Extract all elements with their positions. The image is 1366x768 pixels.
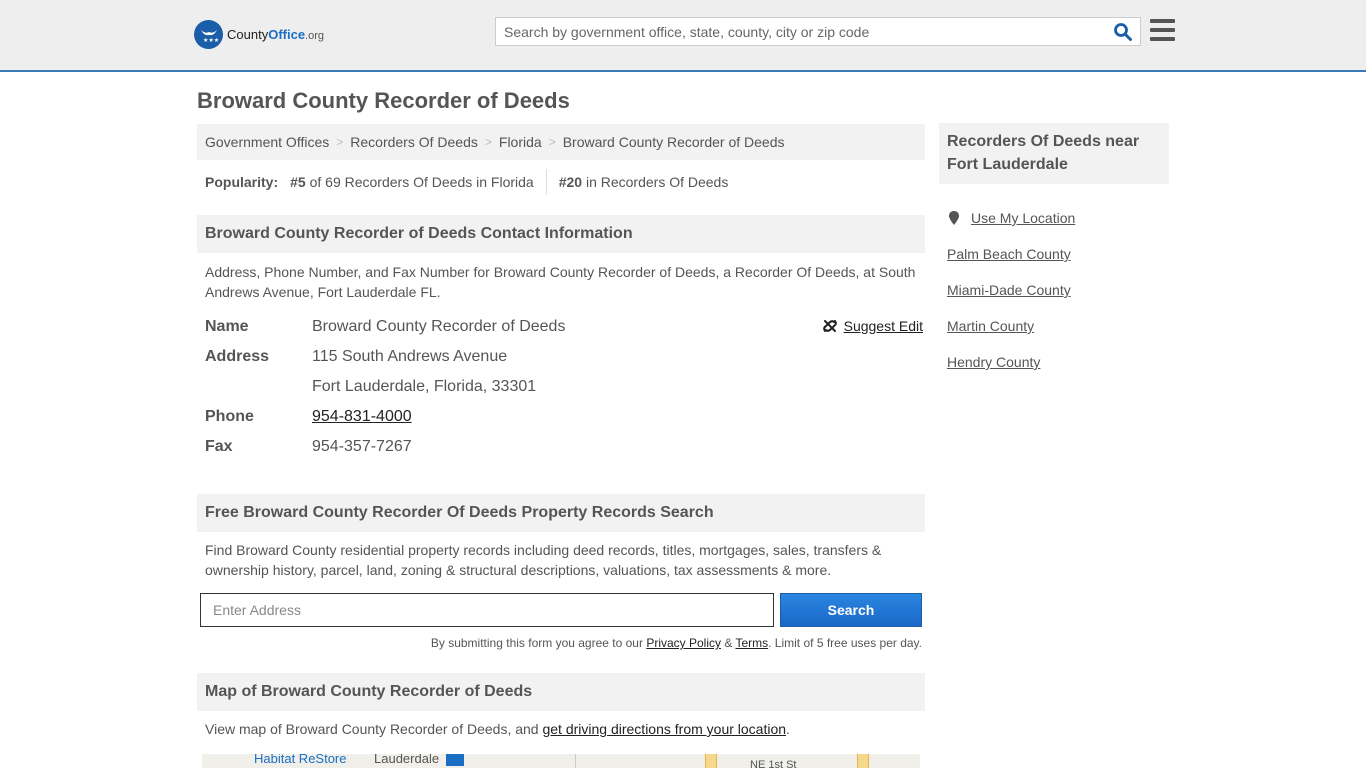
site-logo[interactable]: ★★★ CountyOffice.org xyxy=(194,20,324,49)
breadcrumb-current[interactable]: Broward County Recorder of Deeds xyxy=(563,134,785,150)
map-poi-icon xyxy=(446,754,464,766)
name-value: Broward County Recorder of Deeds xyxy=(312,318,566,335)
disclaimer: By submitting this form you agree to our… xyxy=(431,636,922,650)
nearby-link-palm-beach[interactable]: Palm Beach County xyxy=(947,246,1071,262)
popularity-label: Popularity: xyxy=(205,174,279,190)
contact-description: Address, Phone Number, and Fax Number fo… xyxy=(205,264,916,300)
phone-label: Phone xyxy=(205,408,254,425)
breadcrumb-separator: > xyxy=(336,135,344,149)
info-row-address: Address 115 South Andrews Avenue xyxy=(205,342,923,372)
logo-county: County xyxy=(227,27,269,42)
nearby-link-miami-dade[interactable]: Miami-Dade County xyxy=(947,282,1071,298)
info-row-address2: Fort Lauderdale, Florida, 33301 xyxy=(205,372,923,402)
map-description-text: View map of Broward County Recorder of D… xyxy=(205,721,543,737)
driving-directions-link[interactable]: get driving directions from your locatio… xyxy=(542,721,786,737)
breadcrumb: Government Offices > Recorders Of Deeds … xyxy=(197,124,925,160)
fax-value: 954-357-7267 xyxy=(312,438,412,455)
unlink-icon xyxy=(822,320,837,332)
contact-heading: Broward County Recorder of Deeds Contact… xyxy=(197,215,925,253)
terms-link[interactable]: Terms xyxy=(735,636,768,650)
menu-bar xyxy=(1150,37,1175,41)
popularity-divider xyxy=(545,169,547,195)
search-icon xyxy=(1114,22,1132,41)
map[interactable]: Habitat ReStore Lauderdale NE 1st St xyxy=(202,754,920,768)
address-line2: Fort Lauderdale, Florida, 33301 xyxy=(312,378,537,395)
menu-bar xyxy=(1150,28,1175,32)
popularity: Popularity: #5 of 69 Recorders Of Deeds … xyxy=(205,169,729,195)
property-search-button[interactable]: Search xyxy=(780,593,922,627)
map-road xyxy=(705,754,717,768)
privacy-policy-link[interactable]: Privacy Policy xyxy=(646,636,721,650)
suggest-edit[interactable]: Suggest Edit xyxy=(822,318,923,334)
property-search-heading: Free Broward County Recorder Of Deeds Pr… xyxy=(197,494,925,532)
hamburger-menu-icon[interactable] xyxy=(1150,19,1175,41)
location-pin-icon xyxy=(949,211,959,225)
logo-office: Office xyxy=(268,27,306,42)
map-label-lauderdale: Lauderdale xyxy=(374,754,440,766)
phone-link[interactable]: 954-831-4000 xyxy=(312,408,412,425)
breadcrumb-separator: > xyxy=(484,135,492,149)
breadcrumb-government-offices[interactable]: Government Offices xyxy=(205,134,329,150)
search-button[interactable] xyxy=(1106,18,1140,45)
use-my-location[interactable]: Use My Location xyxy=(947,200,1075,236)
nearby-link-martin[interactable]: Martin County xyxy=(947,318,1034,334)
breadcrumb-florida[interactable]: Florida xyxy=(499,134,542,150)
info-row-fax: Fax 954-357-7267 xyxy=(205,432,923,462)
nearby-link-hendry[interactable]: Hendry County xyxy=(947,354,1040,370)
property-search-description: Find Broward County residential property… xyxy=(205,542,882,578)
map-road xyxy=(575,754,576,768)
map-road xyxy=(857,754,869,768)
disclaimer-amp: & xyxy=(721,636,736,650)
address-input[interactable] xyxy=(200,593,774,627)
sidebar-heading: Recorders Of Deeds near Fort Lauderdale xyxy=(939,123,1169,184)
address-label: Address xyxy=(205,348,270,365)
page-title: Broward County Recorder of Deeds xyxy=(197,88,570,113)
svg-text:★★★: ★★★ xyxy=(203,37,219,44)
eagle-logo-icon: ★★★ xyxy=(194,20,223,49)
disclaimer-prefix: By submitting this form you agree to our xyxy=(430,636,647,650)
state-rank: #5 xyxy=(290,174,306,190)
site-search xyxy=(495,17,1141,46)
breadcrumb-recorders-of-deeds[interactable]: Recorders Of Deeds xyxy=(350,134,478,150)
fax-label: Fax xyxy=(205,438,233,455)
address-line1: 115 South Andrews Avenue xyxy=(312,348,508,365)
logo-text: CountyOffice.org xyxy=(227,27,324,42)
site-search-input[interactable] xyxy=(496,18,1106,45)
map-heading: Map of Broward County Recorder of Deeds xyxy=(197,673,925,711)
nearby-list: Use My Location Palm Beach County Miami-… xyxy=(947,200,1075,380)
map-label-habitat: Habitat ReStore xyxy=(254,754,347,766)
name-label: Name xyxy=(205,318,249,335)
use-my-location-link[interactable]: Use My Location xyxy=(971,210,1075,226)
disclaimer-suffix: . Limit of 5 free uses per day. xyxy=(768,636,922,650)
suggest-edit-link[interactable]: Suggest Edit xyxy=(844,318,923,334)
top-header: ★★★ CountyOffice.org xyxy=(0,0,1366,72)
national-rank-text: in Recorders Of Deeds xyxy=(585,174,729,190)
info-row-phone: Phone 954-831-4000 xyxy=(205,402,923,432)
logo-org: .org xyxy=(305,30,325,42)
map-label-street: NE 1st St xyxy=(750,759,797,768)
breadcrumb-separator: > xyxy=(548,135,556,149)
map-description: View map of Broward County Recorder of D… xyxy=(205,719,923,739)
contact-info: Suggest Edit Name Broward County Recorde… xyxy=(205,312,923,462)
menu-bar xyxy=(1150,19,1175,23)
info-row-name: Name Broward County Recorder of Deeds xyxy=(205,312,923,342)
state-rank-text: of 69 Recorders Of Deeds in Florida xyxy=(309,174,534,190)
map-description-end: . xyxy=(786,721,790,737)
national-rank: #20 xyxy=(558,174,583,190)
